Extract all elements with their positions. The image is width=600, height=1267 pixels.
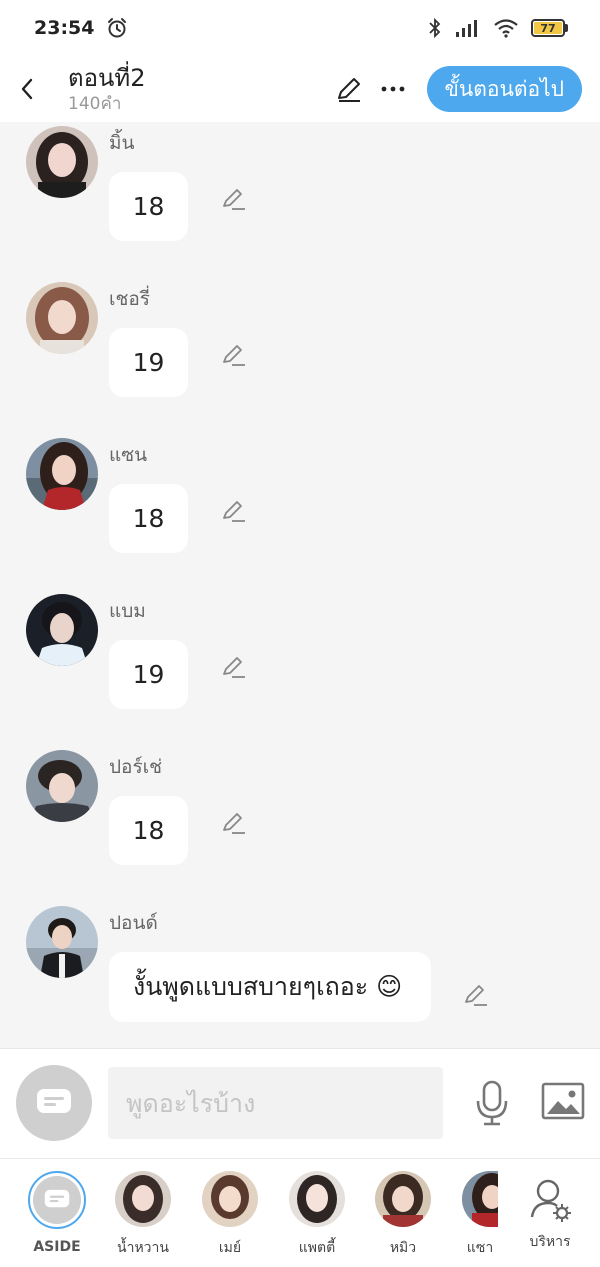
avatar[interactable] [26,750,98,822]
message-item: ปอร์เช่ 18 [0,746,600,886]
status-bar: 23:54 77 [0,0,600,56]
character-label: เมย์ [218,1240,242,1256]
image-button[interactable] [540,1079,586,1125]
avatar [375,1171,431,1227]
message-item: ปอนด์ งั้นพูดแบบสบายๆเถอะ 😊 [0,902,600,1048]
avatar[interactable] [26,438,98,510]
character-label: ASIDE [33,1239,81,1255]
sender-name: ปอนด์ [109,912,158,934]
message-item: แบม 19 [0,590,600,730]
character-label: หมิว [389,1240,417,1256]
voice-button[interactable] [470,1079,514,1127]
character-aside[interactable]: ASIDE [17,1171,97,1255]
message-bubble[interactable]: 19 [109,640,188,709]
chat-area[interactable]: มิ้น 18 เชอรี่ 19 แซน 18 แบม 19 ปอร์เช่ … [0,122,600,1048]
character-label: น้ำหวาน [117,1240,169,1256]
avatar[interactable] [26,906,98,978]
status-time: 23:54 [34,17,95,39]
edit-message-icon[interactable] [220,340,248,368]
alarm-icon [108,18,127,38]
edit-title-button[interactable] [327,67,371,111]
edit-message-icon[interactable] [220,652,248,680]
message-input[interactable] [108,1067,443,1139]
microphone-icon [476,1080,508,1126]
sender-name: แซน [109,444,148,466]
avatar[interactable] [26,594,98,666]
status-left: 23:54 [34,17,128,39]
image-icon [541,1082,585,1120]
aside-chat-icon [37,1089,71,1113]
signal-icon [456,20,477,37]
edit-message-icon[interactable] [220,808,248,836]
message-bubble[interactable]: 18 [109,172,188,241]
title-block: ตอนที่2 140คำ [68,63,327,115]
manage-label: บริหาร [529,1234,571,1250]
more-button[interactable] [371,67,415,111]
next-step-button[interactable]: ขั้นตอนต่อไป [426,66,582,112]
character-label: แซา [466,1240,494,1256]
aside-circle [28,1171,86,1229]
back-button[interactable] [0,61,56,117]
message-bubble[interactable]: งั้นพูดแบบสบายๆเถอะ 😊 [109,952,431,1022]
message-bubble[interactable]: 18 [109,484,188,553]
character-item[interactable]: น้ำหวาน [103,1171,183,1259]
pencil-icon [337,78,360,102]
character-bar: ASIDE น้ำหวาน เมย์ แพตตี้ หมิว แซา บริหา… [0,1158,600,1267]
battery-icon: 77 [531,19,568,37]
character-label: แพตตี้ [298,1240,336,1256]
edit-message-icon[interactable] [220,184,248,212]
edit-message-icon[interactable] [462,980,490,1008]
bluetooth-icon [429,17,441,39]
input-bar [0,1048,600,1158]
sender-name: เชอรี่ [109,288,151,310]
sender-name: มิ้น [109,132,135,154]
word-count: 140คำ [68,94,122,114]
character-item[interactable]: แพตตี้ [277,1171,357,1259]
message-item: แซน 18 [0,434,600,574]
avatar [115,1171,171,1227]
avatar[interactable] [26,282,98,354]
message-item: มิ้น 18 [0,122,600,262]
message-bubble[interactable]: 18 [109,796,188,865]
avatar [289,1171,345,1227]
edit-message-icon[interactable] [220,496,248,524]
character-item[interactable]: เมย์ [190,1171,270,1259]
app-bar: ตอนที่2 140คำ ขั้นตอนต่อไป [0,56,600,122]
avatar [462,1171,498,1227]
user-settings-icon [530,1179,571,1222]
sender-name: แบม [109,600,146,622]
status-right: 77 [427,17,568,39]
battery-level: 77 [534,22,562,35]
page-title: ตอนที่2 [68,64,146,92]
message-bubble[interactable]: 19 [109,328,188,397]
avatar[interactable] [26,126,98,198]
manage-button[interactable]: บริหาร [510,1171,590,1253]
message-item: เชอรี่ 19 [0,278,600,418]
character-item[interactable]: แซา [444,1171,516,1259]
sender-name: ปอร์เช่ [109,756,163,778]
avatar [202,1171,258,1227]
more-icon [381,86,404,92]
back-icon [21,78,33,100]
wifi-icon [494,19,518,38]
character-item[interactable]: หมิว [363,1171,443,1259]
aside-chat-icon [44,1189,70,1208]
aside-button[interactable] [16,1065,92,1141]
